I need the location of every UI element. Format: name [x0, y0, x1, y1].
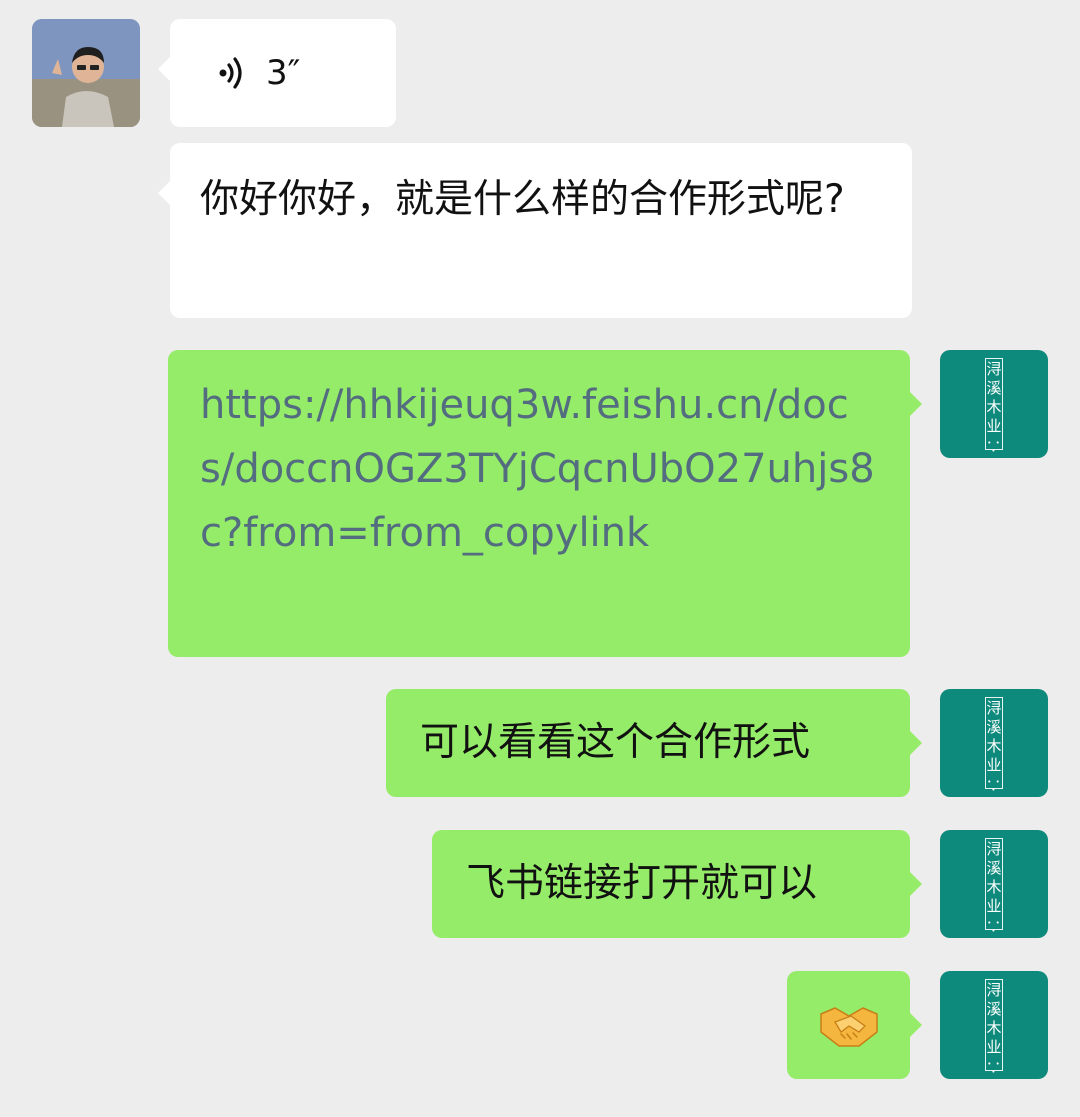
question-message-bubble[interactable]: 你好你好，就是什么样的合作形式呢?	[158, 143, 912, 318]
reply-message-text: 飞书链接打开就可以	[466, 861, 818, 906]
logo-text: 浔溪木业	[986, 360, 1002, 435]
voice-message-bubble[interactable]: 3″	[158, 19, 396, 127]
person-photo-avatar-icon	[32, 19, 140, 127]
logo-text: 浔溪木业	[986, 840, 1002, 915]
link-message-bubble[interactable]: https://hhkijeuq3w.feishu.cn/docs/doccnO…	[168, 350, 922, 657]
question-message-text: 你好你好，就是什么样的合作形式呢?	[200, 177, 845, 222]
logo-text: 浔溪木业	[986, 981, 1002, 1056]
self-avatar[interactable]: 浔溪木业 • • •	[940, 830, 1048, 938]
logo-text: 浔溪木业	[986, 699, 1002, 774]
emoji-message-bubble[interactable]	[787, 971, 922, 1079]
reply-message-bubble[interactable]: 可以看看这个合作形式	[386, 689, 922, 797]
voice-wave-icon	[219, 57, 242, 89]
sender-avatar[interactable]	[32, 19, 140, 127]
logo-dots: • • •	[987, 778, 1001, 794]
logo-dots: • • •	[987, 439, 1001, 455]
reply-message-text: 可以看看这个合作形式	[420, 720, 811, 765]
self-avatar[interactable]: 浔溪木业 • • •	[940, 689, 1048, 797]
handshake-emoji-icon	[820, 1007, 878, 1047]
feishu-doc-link[interactable]: https://hhkijeuq3w.feishu.cn/docs/doccnO…	[200, 373, 880, 565]
logo-dots: • • •	[987, 919, 1001, 935]
self-avatar[interactable]: 浔溪木业 • • •	[940, 350, 1048, 458]
self-avatar[interactable]: 浔溪木业 • • •	[940, 971, 1048, 1079]
voice-duration: 3″	[266, 53, 301, 93]
reply-message-bubble[interactable]: 飞书链接打开就可以	[432, 830, 922, 938]
logo-dots: • • •	[987, 1060, 1001, 1076]
